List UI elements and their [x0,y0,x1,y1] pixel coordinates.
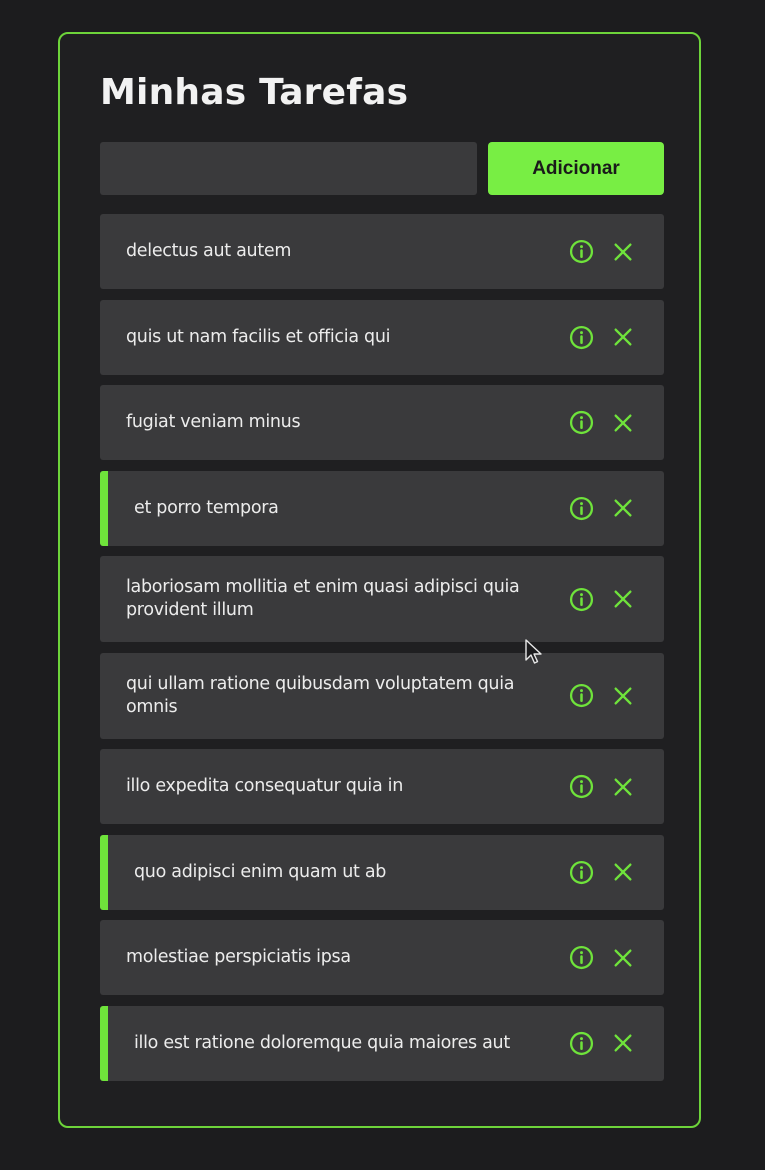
task-remove-button[interactable] [610,239,636,265]
info-icon [569,496,594,521]
task-details-button[interactable] [568,774,594,800]
close-icon [612,412,634,434]
task-item-completed[interactable]: et porro tempora [100,470,664,546]
task-remove-button[interactable] [610,410,636,436]
task-actions [568,920,664,995]
task-remove-button[interactable] [610,683,636,709]
task-actions [568,214,664,289]
task-actions [568,300,664,375]
task-text[interactable]: delectus aut autem [100,240,568,263]
task-item-completed[interactable]: illo est ratione doloremque quia maiores… [100,1005,664,1081]
task-item[interactable]: quis ut nam facilis et officia qui [100,299,664,375]
task-details-button[interactable] [568,586,594,612]
info-icon [569,587,594,612]
todo-panel: Minhas Tarefas Adicionar delectus aut au… [58,32,701,1128]
task-remove-button[interactable] [610,1030,636,1056]
task-list: delectus aut autem quis ut nam facilis e… [100,214,664,1091]
info-icon [569,860,594,885]
info-icon [569,774,594,799]
task-item[interactable]: laboriosam mollitia et enim quasi adipis… [100,556,664,642]
task-text[interactable]: et porro tempora [100,497,568,520]
task-text[interactable]: molestiae perspiciatis ipsa [100,946,568,969]
info-icon [569,239,594,264]
close-icon [612,776,634,798]
task-text[interactable]: quis ut nam facilis et officia qui [100,326,568,349]
task-item-completed[interactable]: quo adipisci enim quam ut ab [100,834,664,910]
task-details-button[interactable] [568,495,594,521]
task-actions [568,835,664,910]
task-details-button[interactable] [568,945,594,971]
task-actions [568,653,664,739]
task-details-button[interactable] [568,324,594,350]
task-actions [568,471,664,546]
task-details-button[interactable] [568,1030,594,1056]
close-icon [612,241,634,263]
task-item[interactable]: fugiat veniam minus [100,385,664,460]
task-remove-button[interactable] [610,859,636,885]
task-actions [568,385,664,460]
task-actions [568,749,664,824]
info-icon [569,325,594,350]
add-task-button[interactable]: Adicionar [488,142,664,195]
task-item[interactable]: illo expedita consequatur quia in [100,749,664,824]
close-icon [612,326,634,348]
new-task-input[interactable] [100,142,477,195]
info-icon [569,1031,594,1056]
task-actions [568,556,664,642]
page-title: Minhas Tarefas [100,72,409,113]
task-details-button[interactable] [568,859,594,885]
task-item[interactable]: molestiae perspiciatis ipsa [100,920,664,995]
task-remove-button[interactable] [610,495,636,521]
task-details-button[interactable] [568,239,594,265]
close-icon [612,497,634,519]
task-remove-button[interactable] [610,586,636,612]
task-text[interactable]: illo expedita consequatur quia in [100,775,568,798]
task-text[interactable]: quo adipisci enim quam ut ab [100,861,568,884]
task-actions [568,1006,664,1081]
task-details-button[interactable] [568,683,594,709]
task-text[interactable]: qui ullam ratione quibusdam voluptatem q… [100,673,568,719]
close-icon [612,588,634,610]
task-item[interactable]: delectus aut autem [100,214,664,289]
task-text[interactable]: fugiat veniam minus [100,411,568,434]
task-text[interactable]: illo est ratione doloremque quia maiores… [100,1032,568,1055]
mouse-cursor-icon [525,639,542,664]
close-icon [612,947,634,969]
info-icon [569,410,594,435]
close-icon [612,1032,634,1054]
info-icon [569,945,594,970]
task-text[interactable]: laboriosam mollitia et enim quasi adipis… [100,576,568,622]
close-icon [612,861,634,883]
task-details-button[interactable] [568,410,594,436]
info-icon [569,683,594,708]
close-icon [612,685,634,707]
task-item[interactable]: qui ullam ratione quibusdam voluptatem q… [100,652,664,739]
task-remove-button[interactable] [610,324,636,350]
task-remove-button[interactable] [610,774,636,800]
task-remove-button[interactable] [610,945,636,971]
